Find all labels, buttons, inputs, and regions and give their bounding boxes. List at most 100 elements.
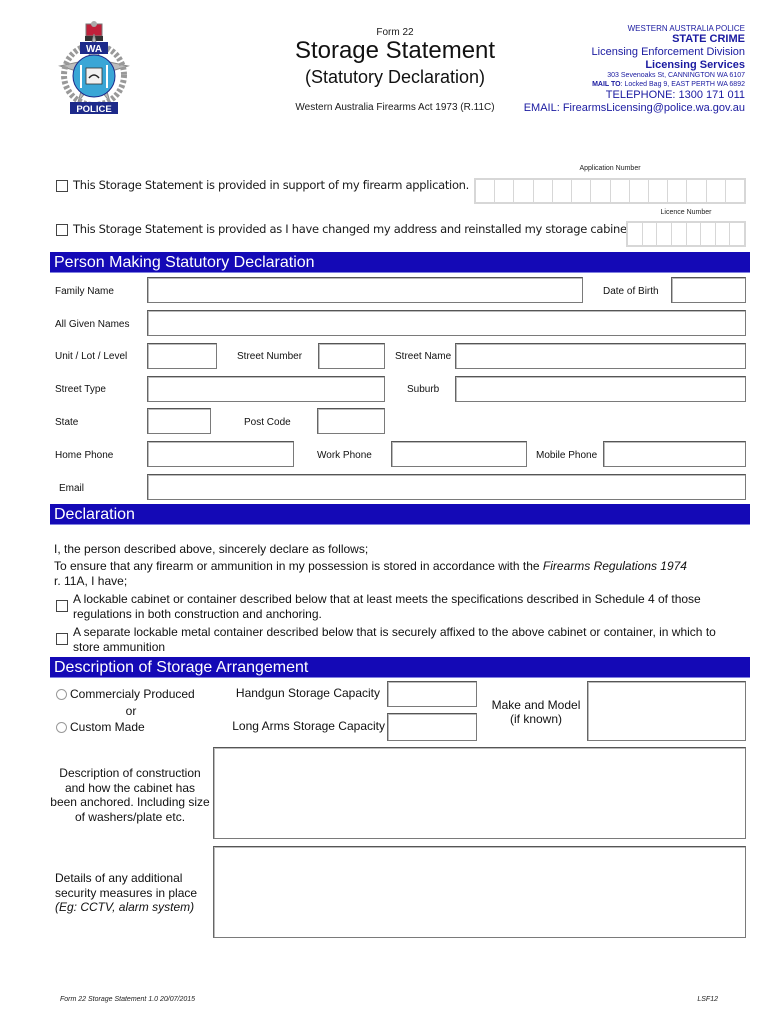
handgun-capacity-input[interactable] <box>387 681 477 707</box>
declaration-intro: I, the person described above, sincerely… <box>54 542 369 556</box>
application-number-char-box[interactable] <box>514 180 534 202</box>
application-number-char-box[interactable] <box>649 180 669 202</box>
licence-number-char-box[interactable] <box>701 223 716 245</box>
licence-number-char-box[interactable] <box>730 223 744 245</box>
agency-department: STATE CRIME <box>672 33 745 46</box>
cabinet-compliance-checkbox[interactable] <box>56 600 68 612</box>
commercially-produced-label: Commercialy Produced <box>70 687 195 701</box>
security-measures-example: (Eg: CCTV, alarm system) <box>55 900 195 914</box>
page-subtitle: (Statutory Declaration) <box>304 67 486 87</box>
long-arms-capacity-input[interactable] <box>387 713 477 741</box>
application-number-char-box[interactable] <box>476 180 496 202</box>
make-model-text: Make and Model <box>491 698 581 712</box>
address-change-label: This Storage Statement is provided as I … <box>73 222 635 236</box>
commercially-produced-radio[interactable] <box>56 689 67 700</box>
custom-made-radio[interactable] <box>56 722 67 733</box>
application-number-field[interactable] <box>474 178 746 204</box>
logo-text-police: POLICE <box>76 104 111 115</box>
date-of-birth-input[interactable] <box>671 277 746 303</box>
agency-contact-block: WESTERN AUSTRALIA POLICE STATE CRIME Lic… <box>485 24 745 115</box>
street-number-input[interactable] <box>318 343 385 369</box>
application-number-char-box[interactable] <box>707 180 726 202</box>
agency-mail-address: MAIL TO: Locked Bag 9, EAST PERTH WA 689… <box>485 81 745 89</box>
licence-number-field[interactable] <box>626 221 746 247</box>
family-name-input[interactable] <box>147 277 583 303</box>
application-number-char-box[interactable] <box>611 180 630 202</box>
state-label: State <box>55 417 79 428</box>
date-of-birth-label: Date of Birth <box>603 286 659 297</box>
given-names-input[interactable] <box>147 310 746 336</box>
unit-input[interactable] <box>147 343 217 369</box>
application-number-char-box[interactable] <box>687 180 707 202</box>
custom-made-label: Custom Made <box>70 720 145 734</box>
ammunition-container-checkbox[interactable] <box>56 633 68 645</box>
application-number-label: Application Number <box>579 165 641 172</box>
licence-number-char-box[interactable] <box>716 223 731 245</box>
street-type-input[interactable] <box>147 376 385 402</box>
security-measures-textarea[interactable] <box>213 846 746 938</box>
application-number-char-box[interactable] <box>630 180 649 202</box>
given-names-label: All Given Names <box>55 319 130 330</box>
licence-number-char-box[interactable] <box>687 223 702 245</box>
security-measures-text: Details of any additional security measu… <box>55 871 198 900</box>
agency-telephone: TELEPHONE: 1300 171 011 <box>605 88 745 101</box>
legislation-reference: Western Australia Firearms Act 1973 (R.1… <box>295 102 495 113</box>
application-support-checkbox[interactable] <box>56 180 68 192</box>
street-name-input[interactable] <box>455 343 746 369</box>
construction-description-textarea[interactable] <box>213 747 746 839</box>
suburb-input[interactable] <box>455 376 746 402</box>
cabinet-compliance-label: A lockable cabinet or container describe… <box>73 592 701 621</box>
licence-number-char-box[interactable] <box>657 223 672 245</box>
suburb-label: Suburb <box>407 384 440 395</box>
agency-email[interactable]: EMAIL: FirearmsLicensing@police.wa.gov.a… <box>485 102 745 115</box>
licence-number-label: Licence Number <box>660 209 712 216</box>
state-input[interactable] <box>147 408 211 434</box>
application-number-char-box[interactable] <box>553 180 573 202</box>
make-model-input[interactable] <box>587 681 746 741</box>
agency-division: Licensing Enforcement Division <box>591 46 745 59</box>
footer-form-code: LSF12 <box>697 996 718 1003</box>
logo-text-wa: WA <box>86 44 102 55</box>
agency-street-address: 303 Sevenoaks St, CANNINGTON WA 6107 <box>607 72 745 80</box>
email-label: Email <box>59 483 85 494</box>
mobile-phone-label: Mobile Phone <box>536 450 598 461</box>
application-number-char-box[interactable] <box>534 180 553 202</box>
regulation-name: Firearms Regulations 1974 <box>542 559 687 573</box>
post-code-label: Post Code <box>244 417 291 428</box>
work-phone-label: Work Phone <box>317 450 372 461</box>
licence-number-char-box[interactable] <box>643 223 658 245</box>
application-number-char-box[interactable] <box>572 180 592 202</box>
street-type-label: Street Type <box>55 384 106 395</box>
footer-form-version: Form 22 Storage Statement 1.0 20/07/2015 <box>60 996 196 1003</box>
licence-number-char-box[interactable] <box>628 223 643 245</box>
licence-number-char-box[interactable] <box>672 223 687 245</box>
application-number-char-box[interactable] <box>668 180 688 202</box>
application-support-label: This Storage Statement is provided in su… <box>73 178 470 192</box>
wa-police-logo: WA POLICE <box>50 20 138 120</box>
work-phone-input[interactable] <box>391 441 527 467</box>
regulation-clause: r. 11A, I have; <box>54 574 128 588</box>
declaration-statement-text: To ensure that any firearm or ammunition… <box>54 559 543 573</box>
agency-name: WESTERN AUSTRALIA POLICE <box>627 24 745 33</box>
unit-label: Unit / Lot / Level <box>55 351 128 362</box>
security-measures-label: Details of any additional security measu… <box>55 871 210 915</box>
address-change-checkbox[interactable] <box>56 224 68 236</box>
application-number-char-box[interactable] <box>495 180 515 202</box>
make-model-note: (if known) <box>509 712 562 726</box>
ammunition-container-label: A separate lockable metal container desc… <box>73 625 716 654</box>
application-number-char-box[interactable] <box>726 180 744 202</box>
section-declaration-header: Declaration <box>50 504 750 525</box>
mobile-phone-input[interactable] <box>603 441 746 467</box>
make-model-label: Make and Model (if known) <box>480 698 592 726</box>
mail-to-label: MAIL TO <box>592 80 621 88</box>
section-storage-header: Description of Storage Arrangement <box>50 657 750 678</box>
construction-description-label: Description of construction and how the … <box>50 766 210 824</box>
agency-unit: Licensing Services <box>645 59 745 72</box>
home-phone-input[interactable] <box>147 441 294 467</box>
section-person-header: Person Making Statutory Declaration <box>50 252 750 273</box>
page-title: Storage Statement <box>294 37 496 64</box>
post-code-input[interactable] <box>317 408 385 434</box>
application-number-char-box[interactable] <box>591 180 611 202</box>
email-input[interactable] <box>147 474 746 500</box>
street-name-label: Street Name <box>395 351 452 362</box>
